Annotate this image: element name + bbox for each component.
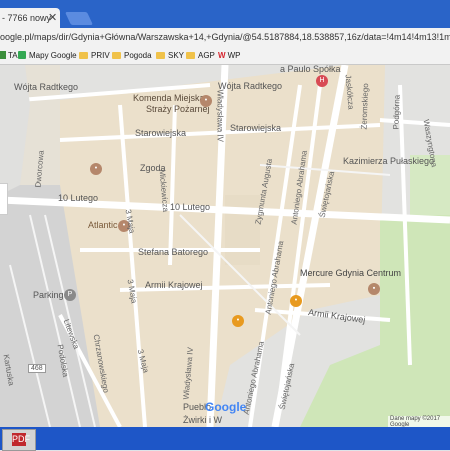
street-label: Wójta Radtkego [14, 82, 79, 92]
street-label: Wójta Radtkego [218, 81, 283, 91]
poi-label: Parking [33, 290, 64, 300]
street-label: Armii Krajowej [145, 280, 203, 290]
street-label: Żeromskiego [359, 83, 371, 130]
poi-label: Komenda Miejska [133, 93, 205, 103]
street-label: Podgórna [391, 94, 402, 130]
close-icon[interactable]: ✕ [48, 8, 57, 28]
street-label: Władysława IV [215, 89, 225, 142]
bookmark-wp[interactable]: W WP [218, 50, 240, 61]
poi-label: Atlantic [88, 220, 118, 230]
bookmark-priv[interactable]: PRIV [79, 50, 110, 61]
maps-icon [18, 51, 26, 59]
bookmark-sky[interactable]: SKY [156, 50, 184, 61]
restaurant-icon[interactable]: • [232, 315, 244, 327]
bookmark-agp[interactable]: AGP [186, 50, 215, 61]
hotel-icon[interactable]: ▪ [368, 283, 380, 295]
new-tab-button[interactable] [64, 12, 94, 25]
url-text[interactable]: oogle.pl/maps/dir/Gdynia+Główna/Warszaws… [0, 31, 450, 44]
fire-station-icon[interactable]: • [200, 95, 212, 107]
street-label: 10 Lutego [58, 193, 99, 203]
poi-label: Mercure Gdynia Centrum [300, 268, 402, 278]
poi-label: Straży Pożarnej [146, 104, 210, 114]
road-number: 468 [28, 364, 46, 373]
poi-label: a Paulo Spółka [280, 65, 341, 74]
street-label: Stefana Batorego [138, 247, 209, 257]
taskbar-app-button[interactable]: PDF [2, 429, 36, 451]
google-logo: Google [205, 400, 247, 414]
folder-icon [186, 52, 195, 59]
restaurant-icon[interactable]: • [90, 163, 102, 175]
folder-icon [156, 52, 165, 59]
wp-icon: W [218, 51, 226, 60]
street-label: Starowiejska [135, 128, 187, 138]
map-attribution[interactable]: Dane mapy ©2017 Google [388, 416, 450, 427]
browser-tabstrip: - 7766 nowy ✕ [0, 0, 450, 28]
pdf-icon: PDF [12, 433, 30, 446]
street-label: 10 Lutego [170, 202, 211, 212]
hospital-icon[interactable]: H [316, 75, 328, 87]
map-control[interactable] [0, 183, 8, 215]
folder-icon [112, 52, 121, 59]
bookmark-mapy-google[interactable]: Mapy Google [18, 50, 77, 61]
bookmark-pogoda[interactable]: Pogoda [112, 50, 152, 61]
app-icon [0, 51, 6, 59]
folder-icon [79, 52, 88, 59]
address-bar[interactable]: oogle.pl/maps/dir/Gdynia+Główna/Warszaws… [0, 28, 450, 46]
street-label: Starowiejska [230, 123, 282, 133]
map-canvas[interactable]: Wójta Radtkego Wójta Radtkego a Paulo Sp… [0, 65, 450, 427]
street-label: Żwirki i W [183, 415, 222, 425]
bookmarks-bar: TA Mapy Google PRIV Pogoda SKY AGP W WP [0, 46, 450, 65]
restaurant-icon[interactable]: • [290, 295, 302, 307]
browser-tab[interactable]: - 7766 nowy ✕ [0, 8, 60, 28]
parking-icon[interactable]: P [64, 289, 76, 301]
bookmark-ta[interactable]: TA [0, 50, 18, 61]
street-label: Kazimierza Pułaskiego [343, 156, 435, 166]
tab-title: - 7766 nowy [2, 13, 52, 23]
taskbar: PDF [0, 427, 450, 451]
